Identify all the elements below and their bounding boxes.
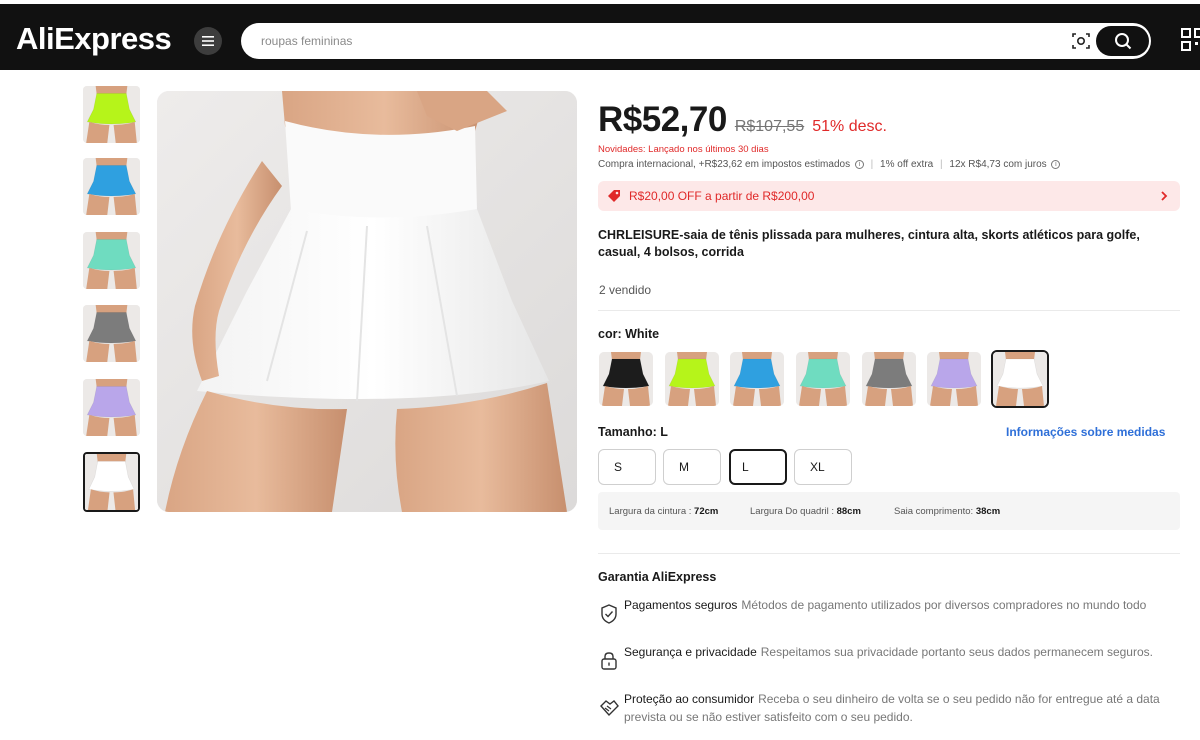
hamburger-icon xyxy=(202,36,214,46)
thumbnail-2[interactable] xyxy=(83,158,140,215)
handshake-icon xyxy=(600,700,619,717)
swatch-image xyxy=(927,352,981,406)
discount-badge: 51% desc. xyxy=(812,118,887,135)
chevron-right-icon xyxy=(1161,191,1168,201)
thumbnail-4[interactable] xyxy=(83,305,140,362)
size-option-l[interactable]: L xyxy=(729,449,787,485)
search-button[interactable] xyxy=(1096,26,1149,56)
search-input[interactable] xyxy=(261,23,1041,59)
top-header: AliExpress xyxy=(0,0,1200,70)
color-swatch-4[interactable] xyxy=(796,352,850,406)
divider xyxy=(598,310,1180,311)
info-icon[interactable]: i xyxy=(854,159,864,169)
color-swatch-3[interactable] xyxy=(730,352,784,406)
info-icon[interactable]: i xyxy=(1051,159,1061,169)
guarantee-text: Proteção ao consumidor Receba o seu dinhe… xyxy=(624,692,1160,724)
thumbnail-image xyxy=(83,232,140,289)
color-swatch-1[interactable] xyxy=(599,352,653,406)
logo-text: AliExpress xyxy=(16,21,172,56)
size-option-xl[interactable]: XL xyxy=(794,449,852,485)
search-icon xyxy=(1114,33,1131,50)
swatch-image xyxy=(665,352,719,406)
thumbnail-3[interactable] xyxy=(83,232,140,289)
product-photo xyxy=(157,91,577,512)
swatch-image xyxy=(796,352,850,406)
waist-measure: Largura da cintura : 72cm xyxy=(609,506,719,517)
divider xyxy=(598,553,1180,554)
coupon-banner[interactable]: R$20,00 OFF a partir de R$200,00 xyxy=(598,181,1180,211)
coupon-text: R$20,00 OFF a partir de R$200,00 xyxy=(629,189,815,203)
swatch-image xyxy=(599,352,653,406)
swatch-image xyxy=(862,352,916,406)
separator: | xyxy=(870,159,874,170)
aliexpress-logo[interactable]: AliExpress xyxy=(16,19,172,59)
qr-code-icon[interactable] xyxy=(1180,26,1200,54)
product-title: CHRLEISURE-saia de tênis plissada para m… xyxy=(598,228,1140,259)
search-bar xyxy=(241,23,1151,59)
menu-button[interactable] xyxy=(194,27,222,55)
coupon-tag-icon xyxy=(608,190,620,202)
separator: | xyxy=(940,159,943,170)
new-arrival-note: Novidades: Lançado nos últimos 30 dias xyxy=(598,144,769,155)
hip-measure: Largura Do quadril : 88cm xyxy=(750,506,861,517)
thumbnail-image xyxy=(83,379,140,436)
image-search-icon[interactable] xyxy=(1071,31,1091,51)
tax-info-row: Compra internacional, +R$23,62 em impost… xyxy=(598,159,1061,170)
thumbnail-5[interactable] xyxy=(83,379,140,436)
thumbnail-image xyxy=(83,305,140,362)
guarantee-text: Segurança e privacidade Respeitamos sua p… xyxy=(624,645,1153,659)
shield-check-icon xyxy=(601,604,617,624)
size-guide-link[interactable]: Informações sobre medidas xyxy=(1006,425,1165,439)
size-option-m[interactable]: M xyxy=(663,449,721,485)
swatch-image xyxy=(730,352,784,406)
thumbnail-1[interactable] xyxy=(83,86,140,143)
size-label: Tamanho: L xyxy=(598,425,668,439)
installments-text: 12x R$4,73 com juros xyxy=(949,159,1047,170)
guarantee-title: Garantia AliExpress xyxy=(598,570,717,584)
sold-count: 2 vendido xyxy=(599,283,652,297)
tax-text: Compra internacional, +R$23,62 em impost… xyxy=(598,159,851,170)
length-measure: Saia comprimento: 38cm xyxy=(894,506,1001,517)
guarantee-text: Pagamentos seguros Métodos de pagamento u… xyxy=(624,598,1147,612)
thumbnail-image xyxy=(85,454,138,510)
thumbnail-image xyxy=(83,86,140,143)
color-label: cor: White xyxy=(598,327,660,341)
lock-icon xyxy=(601,652,617,670)
thumbnail-6[interactable] xyxy=(83,452,140,512)
size-option-s[interactable]: S xyxy=(598,449,656,485)
current-price: R$52,70 xyxy=(598,100,727,139)
color-swatch-6[interactable] xyxy=(927,352,981,406)
price-row: R$52,70 R$107,55 51% desc. xyxy=(598,100,887,144)
color-swatch-2[interactable] xyxy=(665,352,719,406)
color-swatch-5[interactable] xyxy=(862,352,916,406)
extra-off-text[interactable]: 1% off extra xyxy=(880,159,933,170)
color-swatch-7[interactable] xyxy=(991,350,1049,408)
original-price: R$107,55 xyxy=(734,118,805,135)
product-main-image[interactable] xyxy=(157,91,577,512)
thumbnail-image xyxy=(83,158,140,215)
size-measurements: Largura da cintura : 72cm Largura Do qua… xyxy=(598,492,1180,530)
swatch-image xyxy=(993,352,1047,406)
